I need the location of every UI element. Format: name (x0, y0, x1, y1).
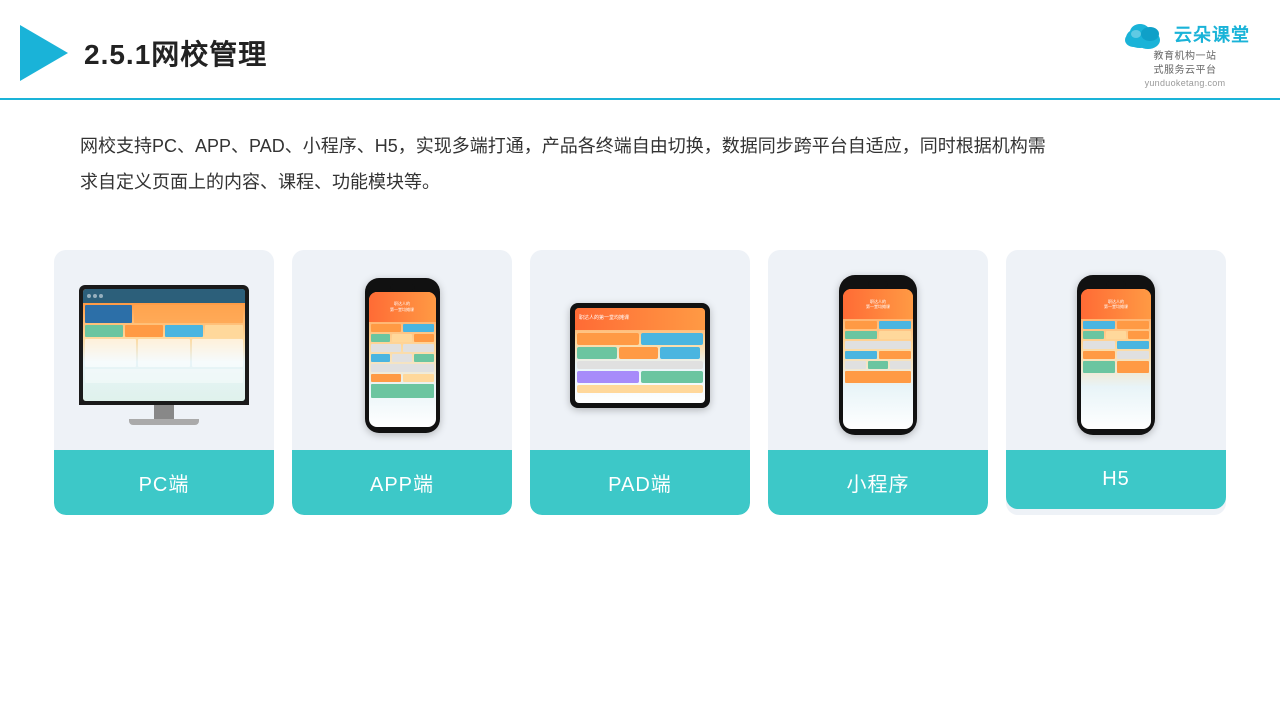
card-h5-label: H5 (1006, 450, 1226, 509)
title-prefix: 2.5.1 (84, 39, 151, 70)
tablet-mockup: 职达人的第一堂均摊课 (570, 303, 710, 408)
card-miniprogram-label: 小程序 (768, 450, 988, 515)
app-phone-mockup: 职达人的第一堂均摊课 (365, 278, 440, 433)
card-pc-label: PC端 (54, 450, 274, 515)
logo-area: 云朵课堂 教育机构一站式服务云平台 yunduoketang.com (1120, 18, 1250, 88)
card-miniprogram-image: 职达人的第一堂均摊课 (768, 250, 988, 450)
h5-phone-mockup: 职达人的第一堂均摊课 (1077, 275, 1155, 435)
page-header: 2.5.1网校管理 云朵课堂 教育机构一站式服务云平台 yunduoketang… (0, 0, 1280, 100)
cards-container: PC端 职达人的第一堂均摊课 (0, 220, 1280, 515)
header-left: 2.5.1网校管理 (20, 25, 267, 81)
logo-url: yunduoketang.com (1145, 78, 1226, 88)
page-title: 2.5.1网校管理 (84, 33, 267, 73)
card-app-label: APP端 (292, 450, 512, 515)
miniprogram-phone-mockup: 职达人的第一堂均摊课 (839, 275, 917, 435)
play-icon (20, 25, 68, 81)
card-h5: 职达人的第一堂均摊课 (1006, 250, 1226, 515)
card-app: 职达人的第一堂均摊课 (292, 250, 512, 515)
card-pad: 职达人的第一堂均摊课 PAD端 (530, 250, 750, 515)
logo-cloud: 云朵课堂 (1120, 18, 1250, 50)
card-pad-image: 职达人的第一堂均摊课 (530, 250, 750, 450)
logo-text: 云朵课堂 (1174, 21, 1250, 47)
card-pad-label: PAD端 (530, 450, 750, 515)
card-app-image: 职达人的第一堂均摊课 (292, 250, 512, 450)
card-pc: PC端 (54, 250, 274, 515)
card-miniprogram: 职达人的第一堂均摊课 (768, 250, 988, 515)
logo-tagline: 教育机构一站式服务云平台 (1154, 50, 1217, 78)
description-text: 网校支持PC、APP、PAD、小程序、H5，实现多端打通，产品各终端自由切换，数… (0, 100, 1100, 210)
cloud-icon (1120, 18, 1168, 50)
title-main: 网校管理 (151, 39, 267, 70)
card-h5-image: 职达人的第一堂均摊课 (1006, 250, 1226, 450)
card-pc-image (54, 250, 274, 450)
pc-mockup (79, 285, 249, 425)
